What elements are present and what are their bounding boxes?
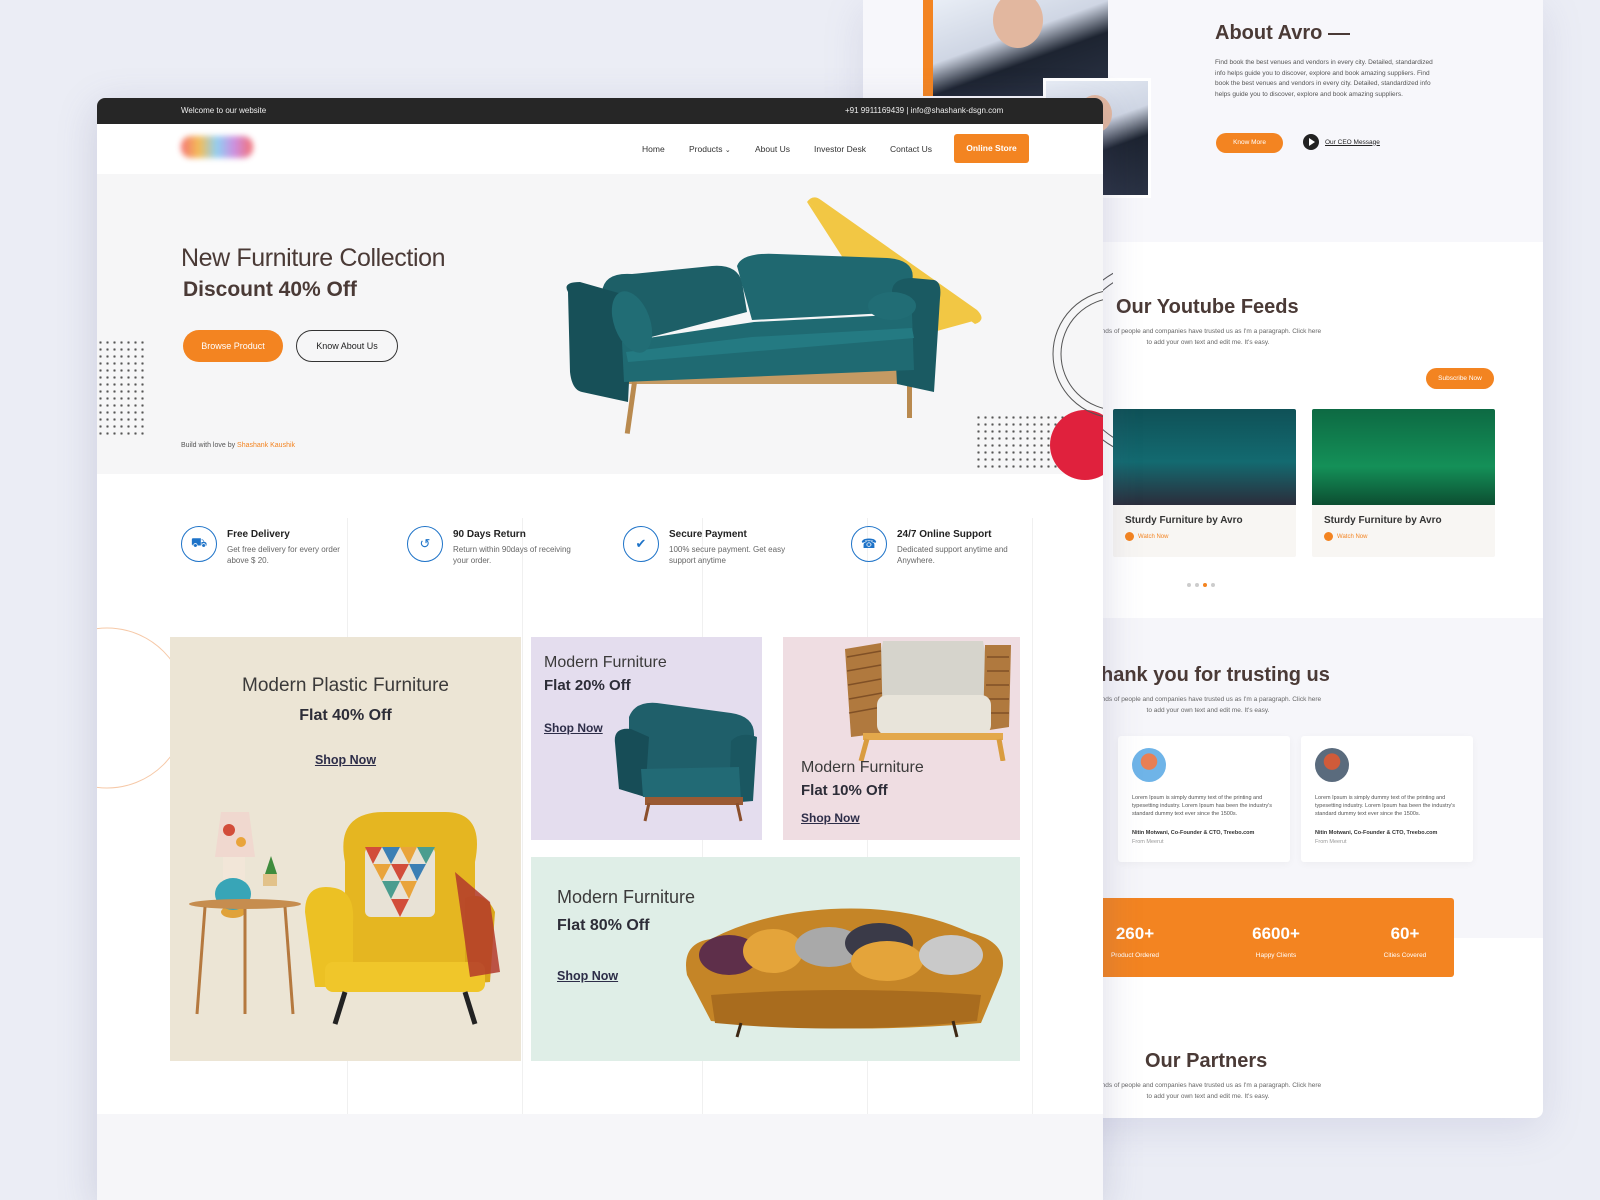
shop-now-link[interactable]: Shop Now xyxy=(170,753,521,767)
decor-strip xyxy=(923,0,933,96)
welcome-text: Welcome to our website xyxy=(181,106,267,115)
promo-offer: Flat 20% Off xyxy=(544,677,631,694)
nav-about[interactable]: About Us xyxy=(755,144,790,154)
feature-return: ↺ 90 Days Return Return within 90days of … xyxy=(407,526,587,566)
online-store-button[interactable]: Online Store xyxy=(954,134,1029,163)
mustard-sofa-image xyxy=(686,908,1003,1038)
author-link[interactable]: Shashank Kaushik xyxy=(237,442,295,449)
watch-now-link[interactable]: Watch Now xyxy=(1125,532,1284,541)
trust-title: hank you for trusting us xyxy=(1101,664,1330,686)
brand-logo[interactable] xyxy=(181,136,253,158)
contact-info: +91 9911169439 | info@shashank-dsgn.com xyxy=(845,106,1004,115)
home-page: Welcome to our website +91 9911169439 | … xyxy=(97,98,1103,1200)
shop-now-link[interactable]: Shop Now xyxy=(801,811,860,825)
credit-line: Build with love by Shashank Kaushik xyxy=(181,442,296,449)
sofa-image xyxy=(566,253,941,434)
promo-offer: Flat 10% Off xyxy=(801,782,888,799)
nav-products[interactable]: Products ⌄ xyxy=(689,144,731,154)
feature-support: ☎ 24/7 Online Support Dedicated support a… xyxy=(851,526,1031,566)
top-bar: Welcome to our website +91 9911169439 | … xyxy=(97,98,1103,124)
yellow-armchair-image xyxy=(189,812,500,1025)
about-title: About Avro xyxy=(1215,22,1351,45)
stat-products: 260+ Product Ordered xyxy=(1110,924,1160,959)
youtube-title: Our Youtube Feeds xyxy=(1116,296,1299,318)
video-card[interactable]: Sturdy Furniture by Avro Watch Now xyxy=(1113,409,1296,557)
video-title: Sturdy Furniture by Avro xyxy=(1324,515,1442,526)
video-thumbnail xyxy=(1113,409,1296,505)
nav-investor[interactable]: Investor Desk xyxy=(814,144,866,154)
promo-armchair[interactable]: Modern Furniture Flat 20% Off Shop Now xyxy=(531,637,762,840)
video-thumbnail xyxy=(1312,409,1495,505)
promo-sofa[interactable]: Modern Furniture Flat 80% Off Shop Now xyxy=(531,857,1020,1061)
nav-contact[interactable]: Contact Us xyxy=(890,144,932,154)
shop-now-link[interactable]: Shop Now xyxy=(557,969,618,983)
return-icon: ↺ xyxy=(407,526,443,562)
promo-title: Modern Furniture xyxy=(801,759,924,776)
hero-discount: Discount 40% Off xyxy=(183,278,357,301)
know-more-button[interactable]: Know More xyxy=(1216,133,1283,153)
nav-home[interactable]: Home xyxy=(642,144,665,154)
grid-line xyxy=(522,518,523,1198)
play-icon xyxy=(1303,134,1319,150)
youtube-subtitle: sands of people and companies have trust… xyxy=(1094,328,1322,346)
promo-offer: Flat 40% Off xyxy=(299,707,392,724)
decor-dots xyxy=(97,339,145,439)
browse-product-button[interactable]: Browse Product xyxy=(183,330,283,362)
avatar xyxy=(1132,748,1166,782)
know-about-us-button[interactable]: Know About Us xyxy=(296,330,398,362)
promo-title: Modern Plastic Furniture xyxy=(242,675,449,696)
wicker-armchair-image xyxy=(845,641,1011,761)
truck-icon: ⛟ xyxy=(181,526,217,562)
partners-subtitle: sands of people and companies have trust… xyxy=(1094,1082,1322,1100)
partners-title: Our Partners xyxy=(1145,1050,1268,1072)
nav-bar: Home Products ⌄ About Us Investor Desk C… xyxy=(97,124,1103,174)
play-icon xyxy=(1125,532,1134,541)
about-text: Find book the best venues and vendors in… xyxy=(1215,59,1433,98)
carousel-dots[interactable] xyxy=(1185,574,1217,592)
ceo-message-link[interactable]: Our CEO Message xyxy=(1303,134,1380,150)
promo-title: Modern Furniture xyxy=(557,887,696,907)
watch-now-link[interactable]: Watch Now xyxy=(1324,532,1483,541)
promo-offer: Flat 80% Off xyxy=(557,917,650,934)
testimonial-card: Lorem Ipsum is simply dummy text of the … xyxy=(1301,736,1473,862)
promo-title: Modern Furniture xyxy=(544,654,667,671)
testimonial-card: Lorem Ipsum is simply dummy text of the … xyxy=(1118,736,1290,862)
hero-title: New Furniture Collection xyxy=(181,244,446,272)
decor-rings xyxy=(1052,291,1103,417)
feature-free-delivery: ⛟ Free Delivery Get free delivery for eve… xyxy=(181,526,361,566)
video-title: Sturdy Furniture by Avro xyxy=(1125,515,1243,526)
video-card[interactable]: Sturdy Furniture by Avro Watch Now xyxy=(1312,409,1495,557)
trust-subtitle: sands of people and companies have trust… xyxy=(1094,696,1322,714)
stats-banner: 260+ Product Ordered 6600+ Happy Clients 6… xyxy=(1103,898,1454,977)
feature-secure-payment: ✔ Secure Payment 100% secure payment. Get… xyxy=(623,526,803,566)
headset-icon: ☎ xyxy=(851,526,887,562)
chevron-down-icon: ⌄ xyxy=(724,147,731,154)
grid-line xyxy=(1032,518,1033,1198)
teal-armchair-image xyxy=(614,702,757,822)
shop-now-link[interactable]: Shop Now xyxy=(544,721,603,735)
secure-payment-icon: ✔ xyxy=(623,526,659,562)
subscribe-button[interactable]: Subscribe Now xyxy=(1426,368,1494,389)
promo-plastic-furniture[interactable]: Modern Plastic Furniture Flat 40% Off Sh… xyxy=(170,637,521,1061)
stat-clients: 6600+ Happy Clients xyxy=(1252,924,1300,959)
play-icon xyxy=(1324,532,1333,541)
promo-wicker-chair[interactable]: Modern Furniture Flat 10% Off Shop Now xyxy=(783,637,1020,840)
avatar xyxy=(1315,748,1349,782)
hero-section: New Furniture Collection Discount 40% Of… xyxy=(97,174,1103,480)
stat-cities: 60+ Cities Covered xyxy=(1383,924,1427,959)
next-section xyxy=(97,1114,1103,1200)
